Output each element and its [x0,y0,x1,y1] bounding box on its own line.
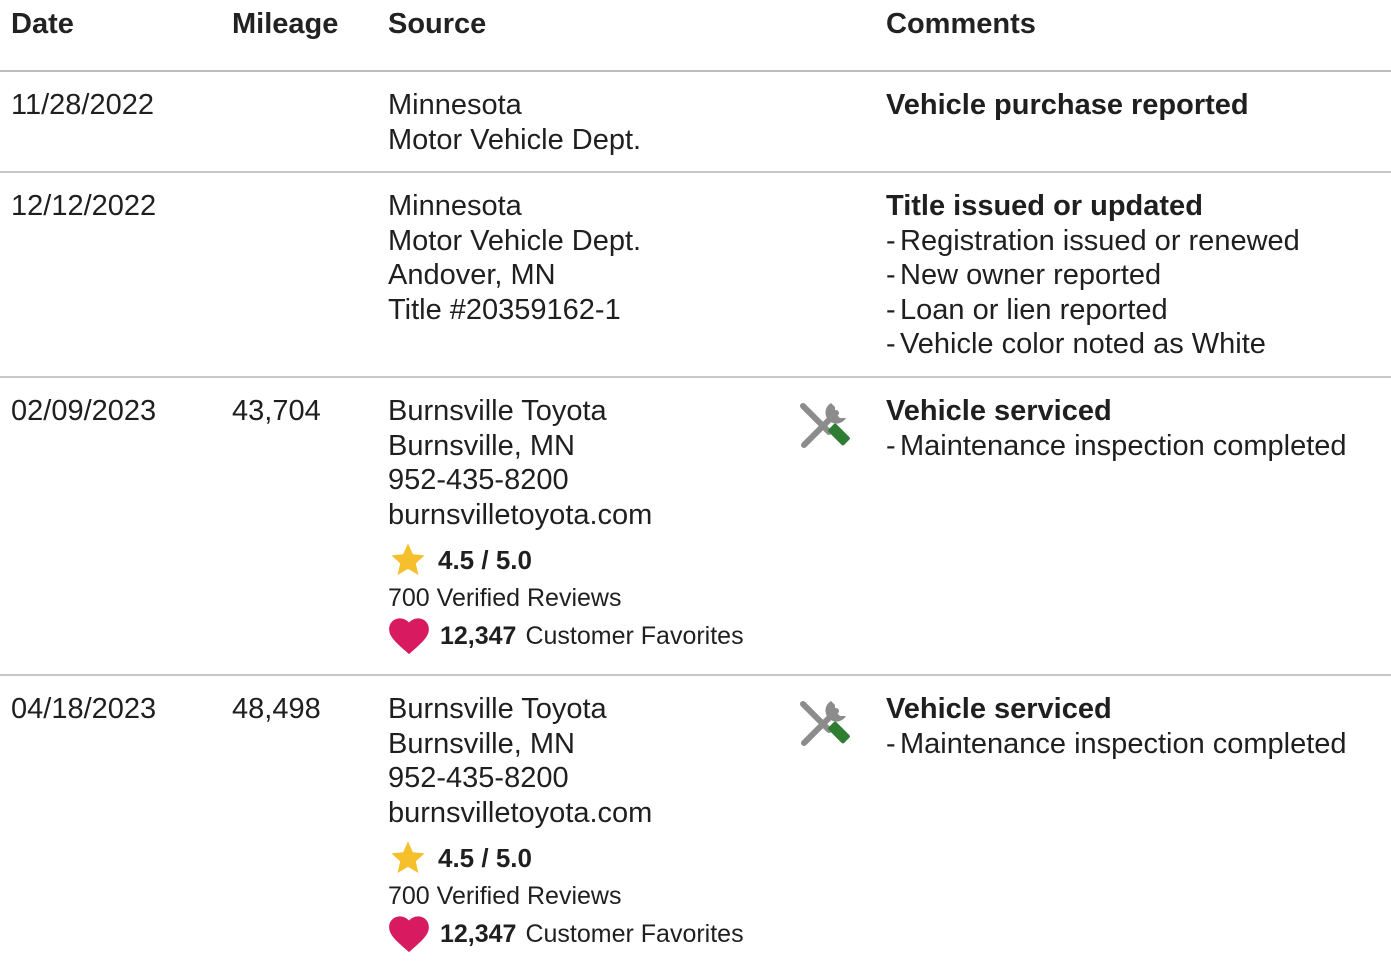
dealer-name[interactable]: Burnsville Toyota [388,394,744,429]
comment-title: Title issued or updated [886,190,1203,222]
header-comments: Comments [886,8,1036,40]
comment-item: - New owner reported [886,259,1162,291]
dealer-location: Burnsville, MN [388,429,575,462]
row-comments: Vehicle serviced - Maintenance inspection… [886,394,1347,463]
row-date: 11/28/2022 [11,89,154,121]
row-date: 12/12/2022 [11,190,157,222]
comment-item: - Loan or lien reported [886,293,1168,326]
row-source: Burnsville Toyota Burnsville, MN 952-435… [388,394,744,656]
source-line: Motor Vehicle Dept. [388,224,642,257]
row-date: 02/09/2023 [11,395,157,427]
heart-icon [389,916,429,953]
source-line: Minnesota [388,190,522,222]
source-line: Andover, MN [388,259,556,291]
table-row: 02/09/2023 43,704 Burnsville Toyota Burn… [0,378,1391,676]
header-source: Source [388,8,487,40]
comment-title: Vehicle purchase reported [886,89,1249,121]
row-source: Burnsville Toyota Burnsville, MN 952-435… [388,692,744,954]
row-date: 04/18/2023 [11,693,157,725]
dealer-phone[interactable]: 952-435-8200 [388,463,744,498]
source-line: Minnesota [388,89,522,121]
row-comments: Vehicle purchase reported [886,88,1249,123]
customer-favorites: 12,347 Customer Favorites [388,914,744,954]
header-mileage: Mileage [232,8,339,40]
favorites-count: 12,347 [440,621,517,650]
row-source: Minnesota Motor Vehicle Dept. [388,88,641,157]
comment-item: - Registration issued or renewed [886,224,1300,257]
customer-favorites: 12,347 Customer Favorites [388,616,744,656]
dealer-phone[interactable]: 952-435-8200 [388,761,744,796]
dealer-name[interactable]: Burnsville Toyota [388,692,744,727]
row-comments: Vehicle serviced - Maintenance inspection… [886,692,1347,761]
favorites-label: Customer Favorites [525,919,744,948]
dealer-website-link[interactable]: burnsvilletoyota.com [388,498,744,533]
favorites-count: 12,347 [440,919,517,948]
row-source: Minnesota Motor Vehicle Dept. Andover, M… [388,189,641,327]
verified-reviews-link[interactable]: 700 Verified Reviews [388,878,744,914]
verified-reviews-link[interactable]: 700 Verified Reviews [388,580,744,616]
table-header: Date Mileage Source Comments [0,0,1391,72]
vehicle-history-table: Date Mileage Source Comments 11/28/2022 … [0,0,1391,976]
star-icon [391,841,425,874]
source-line: Title #20359162-1 [388,293,621,326]
table-row: 12/12/2022 Minnesota Motor Vehicle Dept.… [0,173,1391,378]
comment-item: - Maintenance inspection completed [886,429,1347,462]
table-row: 04/18/2023 48,498 Burnsville Toyota Burn… [0,676,1391,976]
comment-item: - Vehicle color noted as White [886,328,1266,360]
service-tools-icon [795,398,851,459]
row-mileage: 48,498 [232,693,321,725]
star-icon [391,543,425,576]
row-mileage: 43,704 [232,395,321,427]
row-comments: Title issued or updated - Registration is… [886,189,1300,362]
table-row: 11/28/2022 Minnesota Motor Vehicle Dept.… [0,72,1391,173]
comment-item: - Maintenance inspection completed [886,727,1347,760]
comment-title: Vehicle serviced [886,395,1112,427]
comment-title: Vehicle serviced [886,693,1112,725]
dealer-website-link[interactable]: burnsvilletoyota.com [388,796,744,831]
dealer-location: Burnsville, MN [388,727,575,760]
dealer-rating: 4.5 / 5.0 [388,540,744,580]
rating-score: 4.5 / 5.0 [438,544,532,575]
service-tools-icon [795,696,851,757]
source-line: Motor Vehicle Dept. [388,123,642,156]
heart-icon [389,618,429,655]
favorites-label: Customer Favorites [525,621,744,650]
rating-score: 4.5 / 5.0 [438,842,532,873]
header-date: Date [11,8,74,40]
dealer-rating: 4.5 / 5.0 [388,838,744,878]
